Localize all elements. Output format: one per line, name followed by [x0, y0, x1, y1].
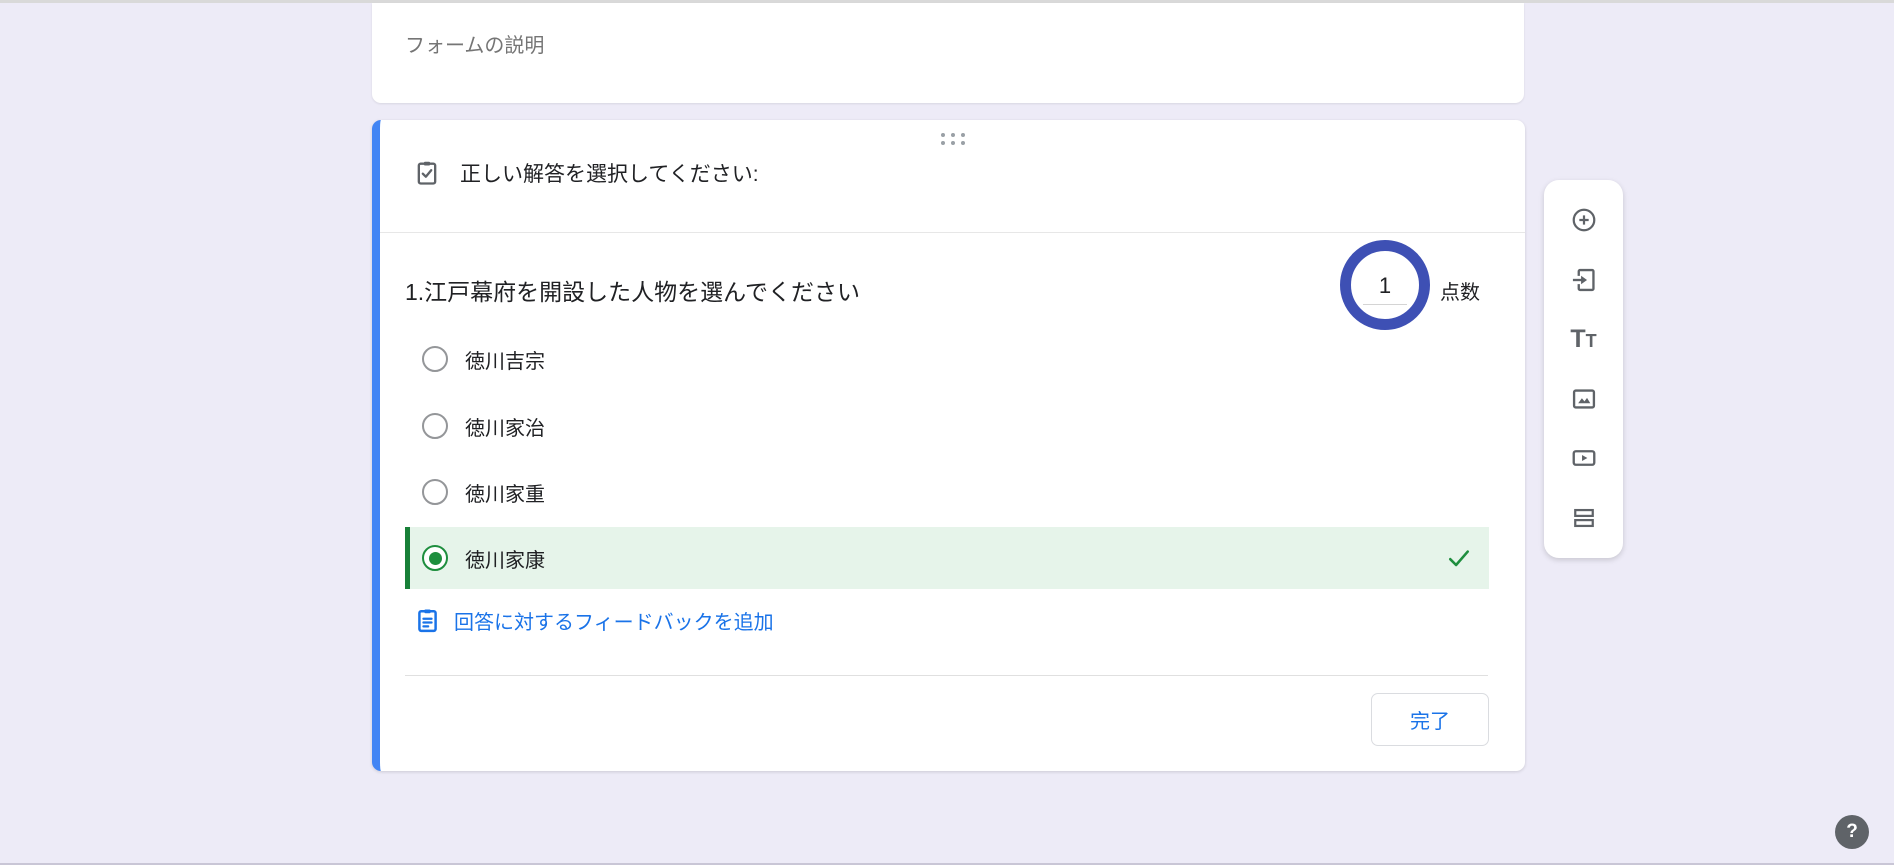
- form-description-input[interactable]: フォームの説明: [405, 29, 544, 58]
- done-button[interactable]: 完了: [1371, 693, 1489, 746]
- radio-unselected-icon: [422, 346, 448, 372]
- add-video-button[interactable]: [1560, 434, 1608, 482]
- option-row[interactable]: 徳川家治: [422, 411, 545, 441]
- points-label: 点数: [1440, 276, 1480, 305]
- option-label: 徳川吉宗: [465, 345, 545, 374]
- add-image-icon: [1570, 385, 1598, 413]
- radio-unselected-icon: [422, 479, 448, 505]
- footer-divider: [405, 675, 1488, 676]
- add-section-icon: [1570, 504, 1598, 532]
- import-questions-button[interactable]: [1560, 256, 1608, 304]
- add-question-button[interactable]: [1560, 196, 1608, 244]
- answer-key-title: 正しい解答を選択してください:: [460, 158, 759, 188]
- add-title-button[interactable]: TT: [1560, 315, 1608, 363]
- add-video-icon: [1570, 444, 1598, 472]
- radio-unselected-icon: [422, 413, 448, 439]
- help-button[interactable]: ?: [1835, 815, 1869, 849]
- option-row-correct[interactable]: 徳川家康: [405, 527, 1489, 589]
- radio-selected-icon: [422, 545, 448, 571]
- question-card: 正しい解答を選択してください: 1.江戸幕府を開設した人物を選んでください 1 …: [372, 120, 1525, 771]
- add-image-button[interactable]: [1560, 375, 1608, 423]
- title-divider: [380, 232, 1525, 233]
- drag-handle-icon[interactable]: [941, 133, 965, 145]
- answer-key-titlebar: 正しい解答を選択してください:: [413, 158, 759, 188]
- correct-check-icon: [1445, 544, 1473, 572]
- points-value[interactable]: 1: [1363, 273, 1407, 305]
- form-description-card: フォームの説明: [372, 3, 1524, 103]
- google-forms-edit-page: フォームの説明 正しい解答を選択してください: 1.江戸幕府を開設した人物を選ん…: [0, 0, 1894, 865]
- option-label: 徳川家康: [465, 544, 545, 573]
- add-title-icon: TT: [1570, 327, 1596, 352]
- option-row[interactable]: 徳川吉宗: [422, 344, 545, 374]
- answer-key-clipboard-icon: [413, 159, 441, 187]
- add-question-icon: [1570, 206, 1598, 234]
- points-input[interactable]: 1: [1340, 240, 1430, 330]
- option-label: 徳川家重: [465, 478, 545, 507]
- add-section-button[interactable]: [1560, 494, 1608, 542]
- question-text: 1.江戸幕府を開設した人物を選んでください: [405, 273, 860, 307]
- add-feedback-link[interactable]: 回答に対するフィードバックを追加: [414, 606, 774, 635]
- option-row[interactable]: 徳川家重: [422, 477, 545, 507]
- add-feedback-label: 回答に対するフィードバックを追加: [454, 606, 774, 635]
- option-label: 徳川家治: [465, 412, 545, 441]
- side-toolbar: TT: [1544, 180, 1623, 558]
- feedback-clipboard-icon: [414, 607, 441, 634]
- import-questions-icon: [1570, 266, 1598, 294]
